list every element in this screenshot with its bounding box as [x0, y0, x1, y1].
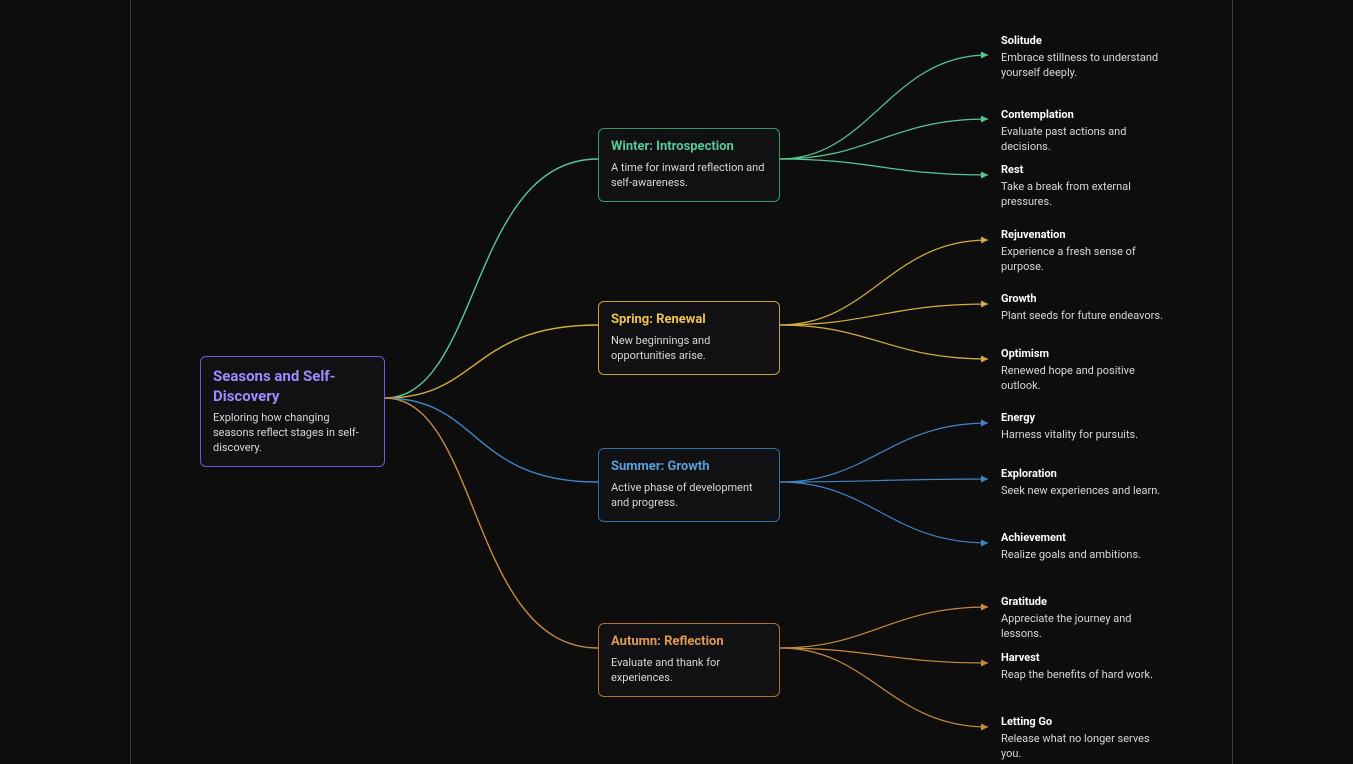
- leaf-title: Optimism: [1001, 347, 1171, 360]
- season-node-autumn[interactable]: Autumn: Reflection Evaluate and thank fo…: [598, 623, 780, 697]
- leaf-title: Harvest: [1001, 651, 1171, 664]
- root-node[interactable]: Seasons and Self-Discovery Exploring how…: [200, 356, 385, 467]
- season-node-spring[interactable]: Spring: Renewal New beginnings and oppor…: [598, 301, 780, 375]
- leaf-node[interactable]: Rest Take a break from external pressure…: [1001, 163, 1171, 210]
- leaf-node[interactable]: Letting Go Release what no longer serves…: [1001, 715, 1171, 762]
- leaf-desc: Harness vitality for pursuits.: [1001, 428, 1171, 443]
- leaf-node[interactable]: Exploration Seek new experiences and lea…: [1001, 467, 1171, 499]
- leaf-title: Letting Go: [1001, 715, 1171, 728]
- leaf-node[interactable]: Rejuvenation Experience a fresh sense of…: [1001, 228, 1171, 275]
- season-title: Winter: Introspection: [611, 139, 767, 156]
- leaf-node[interactable]: Contemplation Evaluate past actions and …: [1001, 108, 1171, 155]
- leaf-desc: Renewed hope and positive outlook.: [1001, 364, 1171, 394]
- leaf-desc: Experience a fresh sense of purpose.: [1001, 245, 1171, 275]
- leaf-desc: Reap the benefits of hard work.: [1001, 668, 1171, 683]
- leaf-desc: Plant seeds for future endeavors.: [1001, 309, 1171, 324]
- leaf-node[interactable]: Optimism Renewed hope and positive outlo…: [1001, 347, 1171, 394]
- leaf-node[interactable]: Energy Harness vitality for pursuits.: [1001, 411, 1171, 443]
- season-node-summer[interactable]: Summer: Growth Active phase of developme…: [598, 448, 780, 522]
- leaf-title: Growth: [1001, 292, 1171, 305]
- leaf-node[interactable]: Solitude Embrace stillness to understand…: [1001, 34, 1171, 81]
- leaf-title: Solitude: [1001, 34, 1171, 47]
- root-desc: Exploring how changing seasons reflect s…: [213, 411, 372, 456]
- season-node-winter[interactable]: Winter: Introspection A time for inward …: [598, 128, 780, 202]
- season-desc: New beginnings and opportunities arise.: [611, 334, 767, 364]
- leaf-desc: Realize goals and ambitions.: [1001, 548, 1171, 563]
- leaf-desc: Evaluate past actions and decisions.: [1001, 125, 1171, 155]
- leaf-desc: Take a break from external pressures.: [1001, 180, 1171, 210]
- leaf-title: Contemplation: [1001, 108, 1171, 121]
- leaf-title: Energy: [1001, 411, 1171, 424]
- leaf-title: Rest: [1001, 163, 1171, 176]
- season-desc: Active phase of development and progress…: [611, 481, 767, 511]
- season-title: Spring: Renewal: [611, 312, 767, 329]
- leaf-node[interactable]: Growth Plant seeds for future endeavors.: [1001, 292, 1171, 324]
- leaf-title: Achievement: [1001, 531, 1171, 544]
- root-title: Seasons and Self-Discovery: [213, 367, 372, 406]
- leaf-desc: Appreciate the journey and lessons.: [1001, 612, 1171, 642]
- season-title: Autumn: Reflection: [611, 634, 767, 651]
- leaf-node[interactable]: Gratitude Appreciate the journey and les…: [1001, 595, 1171, 642]
- leaf-title: Exploration: [1001, 467, 1171, 480]
- season-desc: A time for inward reflection and self-aw…: [611, 161, 767, 191]
- leaf-desc: Embrace stillness to understand yourself…: [1001, 51, 1171, 81]
- mindmap-canvas[interactable]: Seasons and Self-Discovery Exploring how…: [0, 0, 1353, 764]
- season-desc: Evaluate and thank for experiences.: [611, 656, 767, 686]
- season-title: Summer: Growth: [611, 459, 767, 476]
- leaf-node[interactable]: Harvest Reap the benefits of hard work.: [1001, 651, 1171, 683]
- leaf-desc: Release what no longer serves you.: [1001, 732, 1171, 762]
- leaf-node[interactable]: Achievement Realize goals and ambitions.: [1001, 531, 1171, 563]
- leaf-desc: Seek new experiences and learn.: [1001, 484, 1171, 499]
- leaf-title: Gratitude: [1001, 595, 1171, 608]
- leaf-title: Rejuvenation: [1001, 228, 1171, 241]
